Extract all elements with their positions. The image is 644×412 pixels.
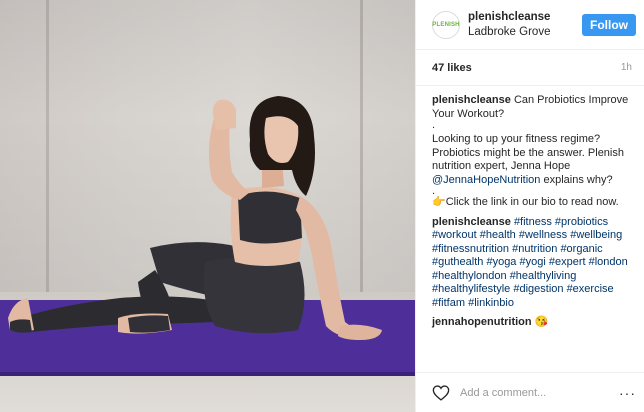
caption-dot: . [432, 119, 436, 131]
hashtag-link[interactable]: #wellbeing [570, 229, 622, 241]
comment-footer: ··· [416, 372, 644, 412]
hashtag-link[interactable]: #probiotics [555, 216, 608, 228]
hashtag-link[interactable]: #healthylondon [432, 270, 507, 282]
hashtag-link[interactable]: #healthylifestyle [432, 283, 510, 295]
follow-button[interactable]: Follow [582, 13, 636, 36]
hashtag-link[interactable]: #fitnessnutrition [432, 243, 509, 255]
more-options-icon[interactable]: ··· [619, 385, 636, 401]
hashtag-link[interactable]: #expert [549, 256, 586, 268]
hashtag-link[interactable]: #digestion [513, 283, 563, 295]
post-location[interactable]: Ladbroke Grove [468, 25, 582, 40]
woman-yoga-figure [8, 96, 382, 340]
hashtag-link[interactable]: #wellness [519, 229, 567, 241]
hashtag-link[interactable]: #london [589, 256, 628, 268]
hashtag-link[interactable]: #exercise [567, 283, 614, 295]
caption-body: Looking to up your fitness regime? Probi… [432, 133, 624, 172]
hashtag-link[interactable]: #health [480, 229, 516, 241]
caption-body-end: explains why? [540, 173, 613, 186]
hashtag-comment-username[interactable]: plenishcleanse [432, 216, 511, 228]
hashtag-link[interactable]: #workout [432, 229, 477, 241]
hashtag-link[interactable]: #healthyliving [510, 270, 577, 282]
reply-username[interactable]: jennahopenutrition [432, 316, 532, 328]
heart-icon[interactable] [432, 384, 450, 401]
post-header: PLENISH plenishcleanse Ladbroke Grove Fo… [416, 0, 644, 50]
reply-emoji: 😘 [534, 316, 549, 328]
hashtag-link[interactable]: #organic [560, 243, 602, 255]
hashtag-link[interactable]: #linkinbio [468, 297, 514, 309]
author-info: plenishcleanse Ladbroke Grove [468, 10, 582, 40]
caption-dot: . [432, 185, 436, 197]
caption-cta: 👉Click the link in our bio to read now. [432, 196, 619, 208]
post-photo[interactable] [0, 0, 415, 412]
likes-count[interactable]: 47 likes [432, 62, 472, 74]
hashtag-link[interactable]: #fitfam [432, 297, 465, 309]
caption-username[interactable]: plenishcleanse [432, 94, 511, 106]
author-username[interactable]: plenishcleanse [468, 10, 582, 25]
instagram-post: PLENISH plenishcleanse Ladbroke Grove Fo… [0, 0, 644, 412]
hashtag-link[interactable]: #nutrition [512, 243, 557, 255]
comments-list: plenishcleanse Can Probiotics Improve Yo… [416, 86, 644, 330]
hashtag-comment: plenishcleanse #fitness #probiotics #wor… [432, 216, 634, 311]
avatar[interactable]: PLENISH [432, 10, 460, 39]
hashtag-link[interactable]: #guthealth [432, 256, 483, 268]
post-timestamp[interactable]: 1h [621, 62, 632, 73]
post-meta: 47 likes 1h [416, 50, 644, 86]
reply-comment: jennahopenutrition 😘 [432, 316, 634, 330]
hashtag-link[interactable]: #yoga [486, 256, 516, 268]
caption-comment: plenishcleanse Can Probiotics Improve Yo… [432, 94, 634, 210]
post-side-panel: PLENISH plenishcleanse Ladbroke Grove Fo… [415, 0, 644, 412]
mention-link[interactable]: @JennaHopeNutrition [432, 174, 540, 186]
hashtag-link[interactable]: #yogi [520, 256, 546, 268]
hashtag-link[interactable]: #fitness [514, 216, 552, 228]
add-comment-input[interactable] [458, 385, 619, 400]
